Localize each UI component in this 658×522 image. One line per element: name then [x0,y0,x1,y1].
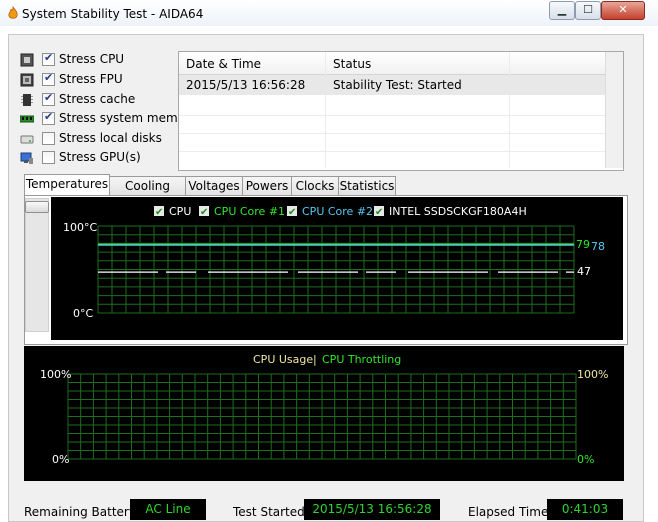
usage-right-max: 100% [577,368,608,381]
option-label: Stress FPU [59,72,123,86]
stress-cache-checkbox[interactable] [42,91,55,106]
minimize-button[interactable]: ▁ [549,1,575,20]
cache-icon [21,94,33,106]
legend-ssd: INTEL SSDSCKGF180A4H [389,205,527,218]
test-started-value: 2015/5/13 16:56:28 [304,499,440,520]
column-header-status[interactable]: Status [333,57,371,71]
temperature-graph: ✔ CPU ✔ CPU Core #1 ✔ CPU Core #2 ✔ INTE… [51,197,623,340]
title-separator: | [313,353,317,366]
ssd-value-label: 47 [577,265,591,278]
window-title: System Stability Test - AIDA64 [22,7,204,21]
battery-value: AC Line [130,499,206,520]
close-icon: ✕ [618,3,628,16]
disk-icon [20,135,34,144]
tab-statistics[interactable]: Statistics [338,176,396,195]
tab-cooling-fans[interactable]: Cooling Fans [109,176,186,211]
gpu-icon [20,152,33,164]
maximize-button[interactable]: ☐ [575,1,601,20]
log-scrollbar[interactable] [605,52,623,168]
check-icon: ✔ [200,207,208,218]
legend-core2: CPU Core #2 [302,205,373,218]
core1-value-label: 79 [576,238,590,251]
check-icon: ✔ [288,207,296,218]
row-divider [179,133,605,134]
option-label: Stress GPU(s) [59,150,141,164]
row-divider [179,115,605,116]
minimize-icon: ▁ [557,3,567,16]
temperature-grid [97,225,575,314]
memory-icon [20,115,34,123]
tab-temperatures[interactable]: Temperatures [24,174,110,196]
stress-memory-checkbox[interactable] [42,110,55,125]
stress-gpu-checkbox[interactable] [42,151,55,164]
row-datetime: 2015/5/13 16:56:28 [186,78,306,92]
tab-powers[interactable]: Powers [242,176,292,195]
core2-value-label: 78 [591,240,605,253]
elapsed-value: 0:41:03 [547,499,623,520]
close-button[interactable]: ✕ [601,1,645,20]
check-icon: ✔ [155,207,163,218]
fpu-icon [20,73,34,87]
legend-cpu: CPU [169,205,191,218]
maximize-icon: ☐ [583,3,593,16]
stress-disks-checkbox[interactable] [42,132,55,145]
tab-clocks[interactable]: Clocks [291,176,339,195]
usage-left-max: 100% [40,368,71,381]
flame-icon [8,6,18,19]
row-status: Stability Test: Started [333,78,462,92]
usage-grid [67,373,577,460]
y-axis-max-label: 100°C [63,221,97,234]
option-label: Stress local disks [59,131,162,145]
stress-fpu-checkbox[interactable] [42,71,55,86]
legend-core1: CPU Core #1 [214,205,285,218]
log-header: Date & Time Status [179,52,605,75]
stress-cpu-checkbox[interactable] [42,51,55,66]
slider-handle[interactable] [25,201,49,213]
usage-left-min: 0% [52,453,69,466]
battery-label: Remaining Battery: [24,505,140,519]
table-row[interactable]: 2015/5/13 16:56:28 Stability Test: Start… [179,75,605,95]
status-log-list[interactable]: Date & Time Status 2015/5/13 16:56:28 St… [178,51,624,171]
cpu-usage-graph: CPU Usage | CPU Throttling 100% 0% 100% … [24,346,624,481]
cpu-icon [20,53,34,67]
check-icon: ✔ [375,207,383,218]
temperature-legend: ✔ CPU ✔ CPU Core #1 ✔ CPU Core #2 ✔ INTE… [154,205,527,218]
test-started-label: Test Started: [233,505,309,519]
cpu-usage-title: CPU Usage [253,353,313,366]
usage-right-min: 0% [577,453,594,466]
cpu-throttling-title: CPU Throttling [322,353,401,366]
row-divider [179,151,605,152]
tab-voltages[interactable]: Voltages [185,176,243,195]
elapsed-label: Elapsed Time: [468,505,553,519]
graph-scale-slider[interactable] [25,198,49,332]
y-axis-min-label: 0°C [73,307,93,320]
option-label: Stress CPU [59,52,125,66]
option-label: Stress cache [59,92,136,106]
column-header-datetime[interactable]: Date & Time [186,57,261,71]
option-label: Stress system memory [59,111,198,125]
